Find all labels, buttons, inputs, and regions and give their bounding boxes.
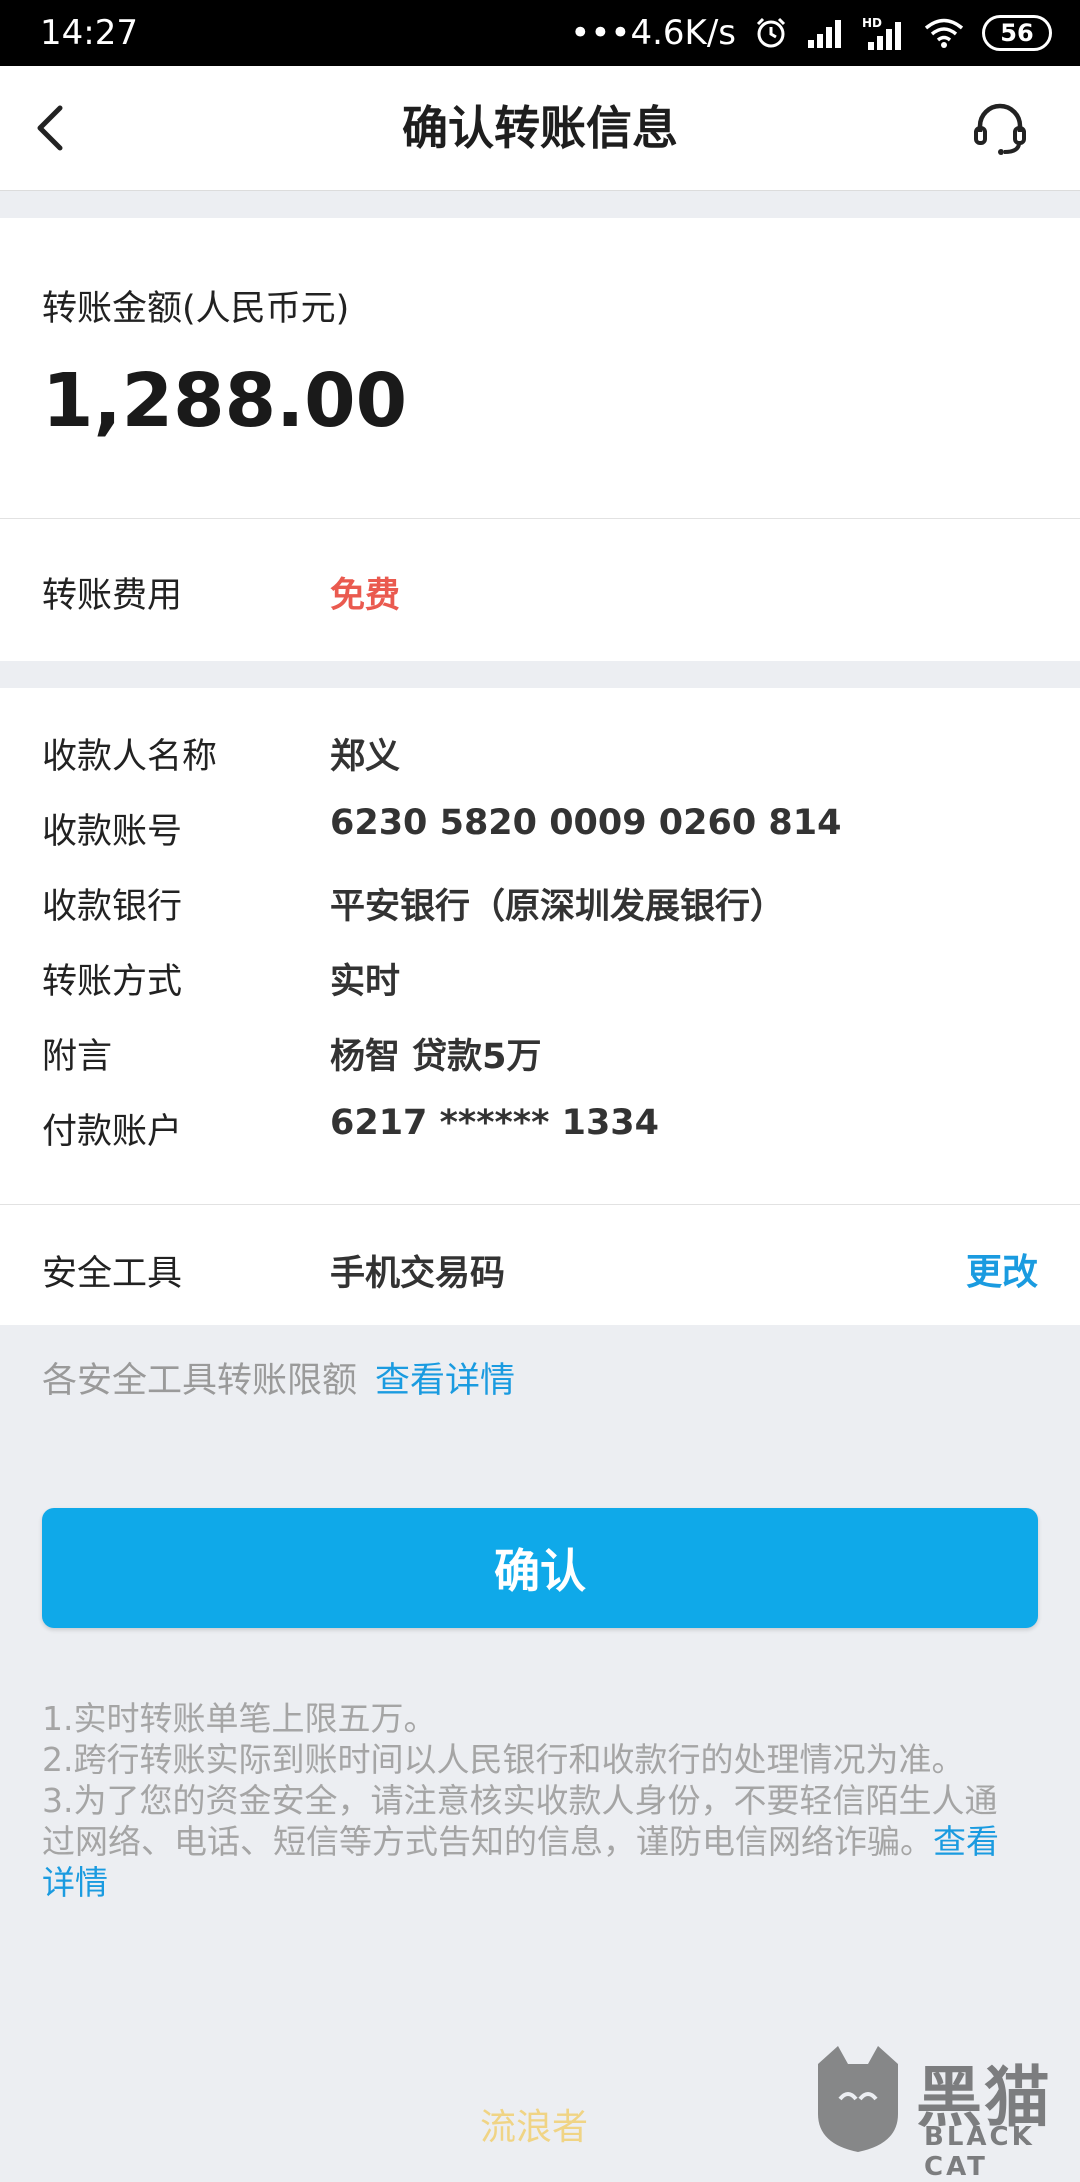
payee-bank-value: 平安银行（原深圳发展银行） xyxy=(330,887,786,927)
remark-value: 杨智 贷款5万 xyxy=(330,1037,542,1077)
transfer-method-value: 实时 xyxy=(330,962,401,1002)
fee-card: 转账费用 免费 xyxy=(0,519,1080,661)
amount-label: 转账金额(人民币元) xyxy=(42,289,350,329)
fee-label: 转账费用 xyxy=(42,576,183,616)
wifi-icon xyxy=(924,18,964,48)
watermark-caption: 流浪者 xyxy=(480,2107,589,2148)
svg-text:HD: HD xyxy=(862,16,882,30)
black-cat-logo-icon xyxy=(818,2046,898,2152)
note-3: 3.为了您的资金安全，请注意核实收款人身份，不要轻信陌生人通过网络、电话、短信等… xyxy=(42,1780,1022,1903)
header: 确认转账信息 xyxy=(0,66,1080,191)
status-bar: 14:27 •••4.6K/s HD 56 xyxy=(0,0,1080,66)
transfer-details-card: 收款人名称 郑义 收款账号 6230 5820 0009 0260 814 收款… xyxy=(0,688,1080,1205)
limit-text: 各安全工具转账限额 xyxy=(42,1361,358,1401)
payee-name-label: 收款人名称 xyxy=(42,737,218,777)
remark-label: 附言 xyxy=(42,1037,113,1077)
payee-account-label: 收款账号 xyxy=(42,812,183,852)
transfer-method-label: 转账方式 xyxy=(42,962,183,1002)
limit-info: 各安全工具转账限额 查看详情 xyxy=(42,1352,515,1403)
security-tool-value: 手机交易码 xyxy=(330,1254,506,1294)
change-security-tool-link[interactable]: 更改 xyxy=(966,1243,1038,1295)
status-icons: •••4.6K/s HD 56 xyxy=(570,13,1052,53)
payer-account-value: 6217 ****** 1334 xyxy=(330,1103,660,1143)
payee-bank-label: 收款银行 xyxy=(42,887,183,927)
payer-account-label: 付款账户 xyxy=(42,1112,183,1152)
fee-value: 免费 xyxy=(330,576,401,616)
network-speed: •••4.6K/s xyxy=(570,13,736,53)
page-title: 确认转账信息 xyxy=(402,101,678,155)
note-3-text: 3.为了您的资金安全，请注意核实收款人身份，不要轻信陌生人通过网络、电话、短信等… xyxy=(42,1781,998,1861)
signal-icon xyxy=(808,20,841,48)
battery-icon: 56 xyxy=(982,15,1052,51)
confirm-button[interactable]: 确认 xyxy=(42,1508,1038,1628)
note-1: 1.实时转账单笔上限五万。 xyxy=(42,1699,437,1738)
limit-details-link[interactable]: 查看详情 xyxy=(375,1361,515,1401)
note-2: 2.跨行转账实际到账时间以人民银行和收款行的处理情况为准。 xyxy=(42,1740,965,1779)
notes: 1.实时转账单笔上限五万。 2.跨行转账实际到账时间以人民银行和收款行的处理情况… xyxy=(42,1698,1022,1903)
watermark-logo: 黑猫 BLACK CAT xyxy=(808,2044,1068,2182)
status-time: 14:27 xyxy=(40,13,138,53)
watermark-logo-subtext: BLACK CAT xyxy=(924,2122,1035,2182)
payee-account-value: 6230 5820 0009 0260 814 xyxy=(330,803,842,843)
security-tool-card: 安全工具 手机交易码 更改 xyxy=(0,1205,1080,1325)
amount-card: 转账金额(人民币元) 1,288.00 xyxy=(0,218,1080,519)
alarm-icon xyxy=(756,17,786,48)
amount-value: 1,288.00 xyxy=(42,358,408,444)
hd-signal-icon: HD xyxy=(862,16,901,50)
headset-icon[interactable] xyxy=(970,98,1030,158)
payee-name-value: 郑义 xyxy=(330,737,401,777)
security-tool-label: 安全工具 xyxy=(42,1254,183,1294)
